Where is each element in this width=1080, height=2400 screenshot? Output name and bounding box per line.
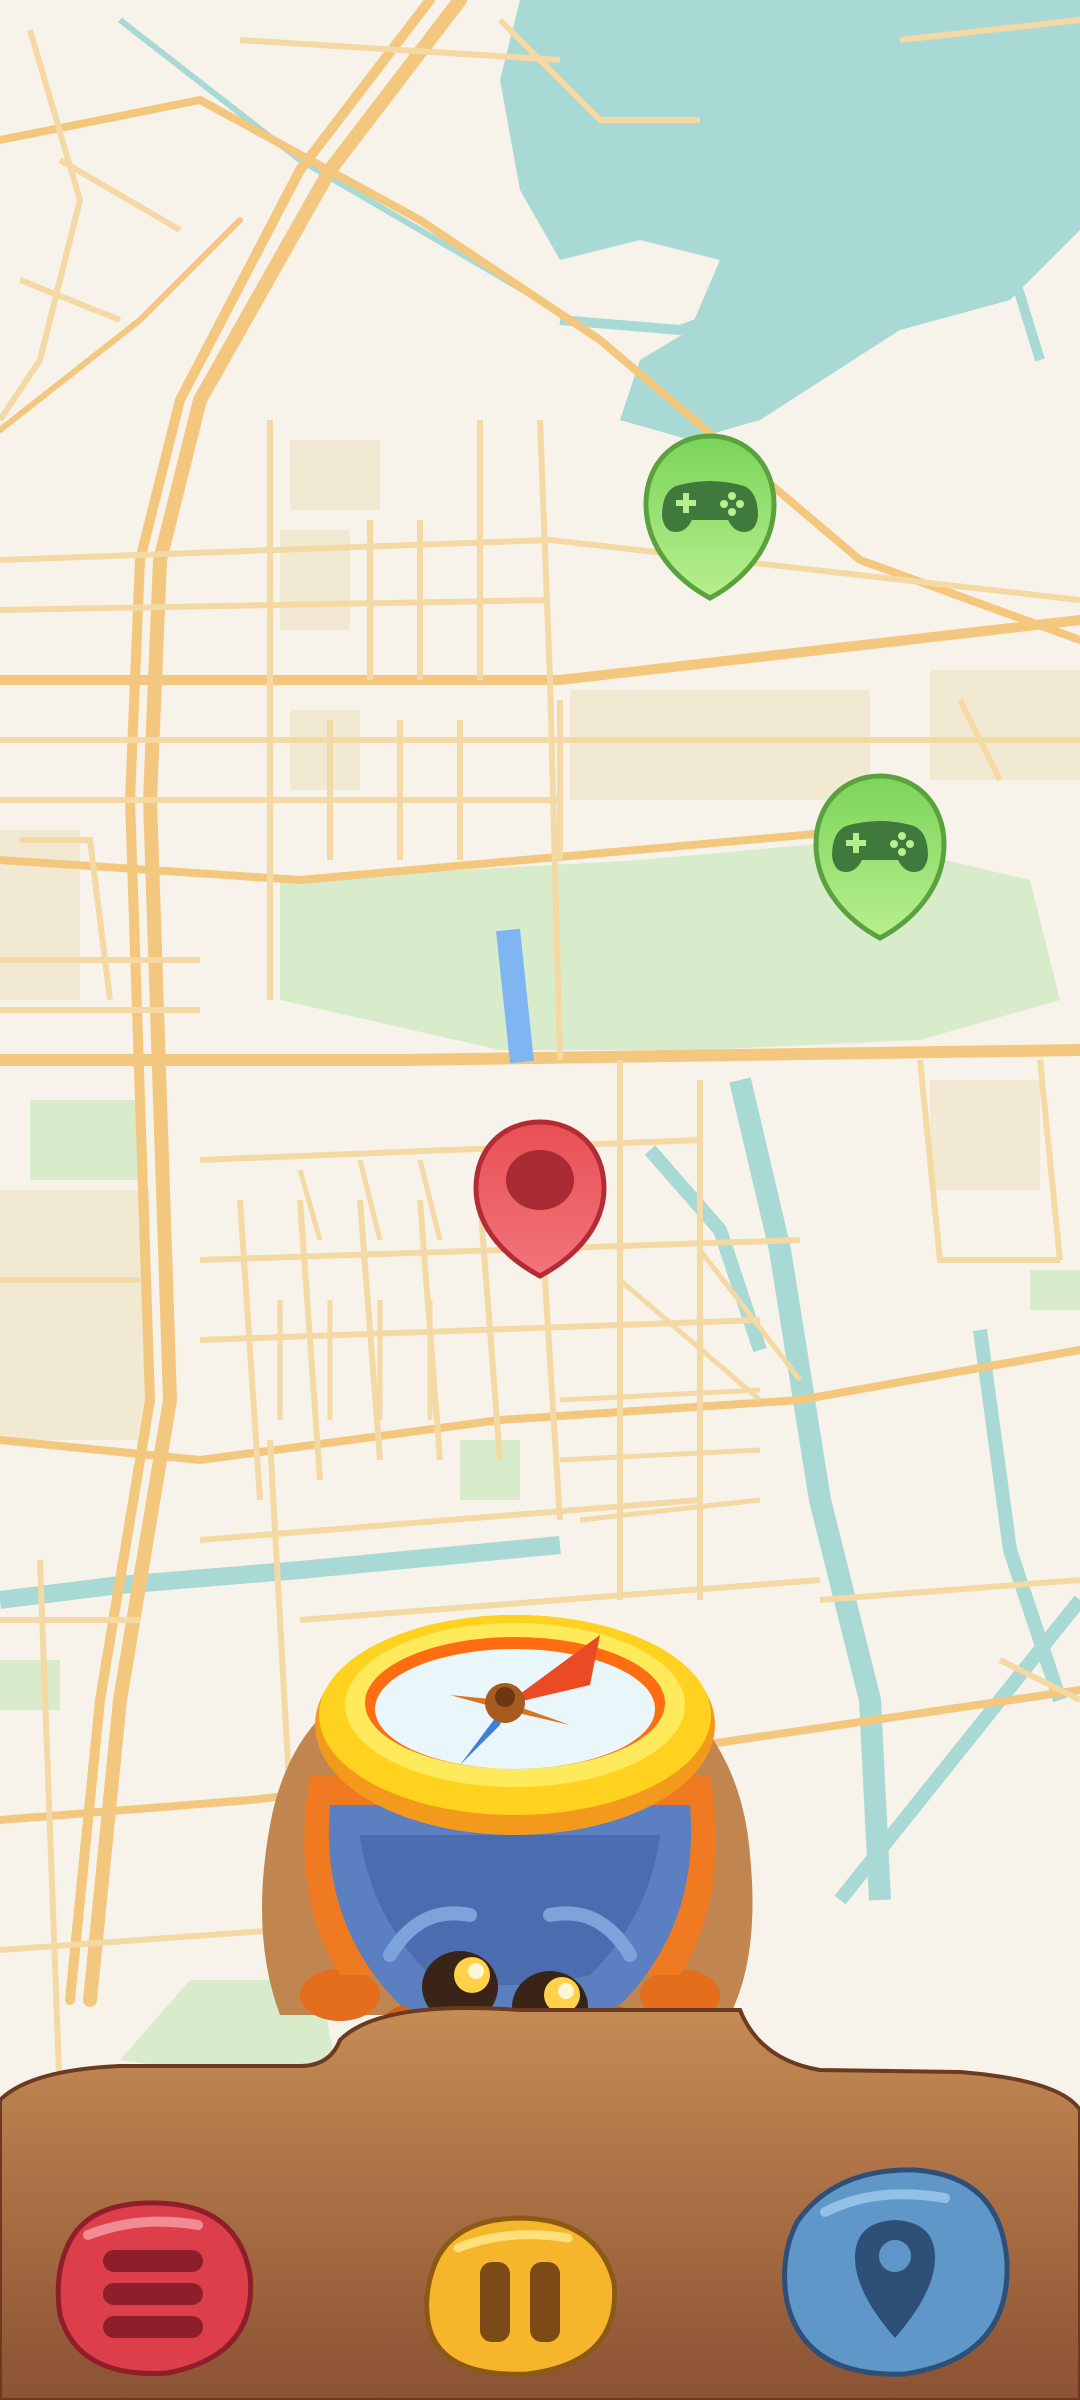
pause-button[interactable] <box>418 2212 623 2380</box>
pause-icon <box>424 2215 618 2377</box>
menu-button[interactable] <box>48 2195 258 2380</box>
gamepad-icon <box>643 433 777 601</box>
location-button[interactable] <box>775 2162 1015 2382</box>
hamburger-menu-icon <box>55 2200 254 2377</box>
game-screen <box>0 0 1080 2400</box>
player-location-pin[interactable] <box>470 1118 610 1280</box>
game-spot-pin[interactable] <box>810 772 950 942</box>
gamepad-icon <box>813 773 947 941</box>
player-location-pin-icon <box>473 1119 607 1279</box>
map-pin-icon <box>782 2167 1010 2377</box>
game-spot-pin[interactable] <box>640 432 780 602</box>
